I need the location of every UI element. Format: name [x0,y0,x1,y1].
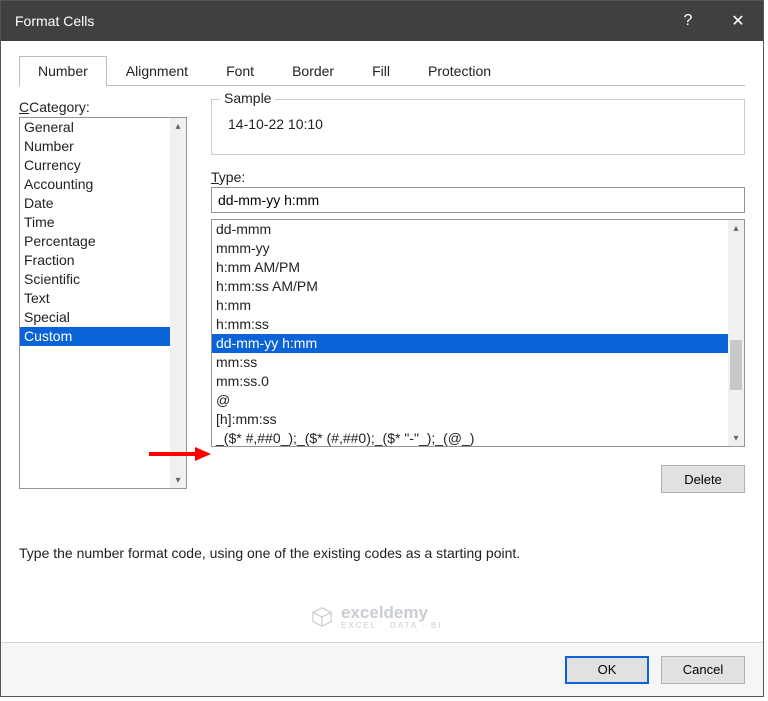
list-item[interactable]: Fraction [20,251,170,270]
content-area: CCategory: General Number Currency Accou… [1,87,763,642]
scroll-up-icon[interactable]: ▴ [728,220,744,236]
format-cells-dialog: Format Cells ? ✕ Number Alignment Font B… [0,0,764,697]
category-listbox[interactable]: General Number Currency Accounting Date … [19,117,187,489]
scrollbar[interactable]: ▴ ▾ [728,220,744,446]
branding-tagline: EXCEL · DATA · BI [341,621,442,630]
list-item[interactable]: Accounting [20,175,170,194]
sample-value: 14-10-22 10:10 [222,116,734,132]
tab-font[interactable]: Font [207,56,273,87]
type-label: Type: [211,169,745,185]
list-item[interactable]: _($* #,##0_);_($* (#,##0);_($* "-"_);_(@… [212,429,728,446]
tab-border[interactable]: Border [273,56,353,87]
list-item[interactable]: Special [20,308,170,327]
branding-name: exceldemy [341,603,428,622]
type-input[interactable] [211,187,745,213]
list-item[interactable]: Percentage [20,232,170,251]
tab-protection[interactable]: Protection [409,56,510,87]
list-item[interactable]: mm:ss [212,353,728,372]
dialog-title: Format Cells [15,13,663,29]
scrollbar[interactable]: ▴ ▾ [170,118,186,488]
list-item[interactable]: mm:ss.0 [212,372,728,391]
cube-icon [311,606,333,628]
list-item[interactable]: [h]:mm:ss [212,410,728,429]
scroll-down-icon[interactable]: ▾ [728,430,744,446]
list-item[interactable]: dd-mmm [212,220,728,239]
list-item[interactable]: h:mm AM/PM [212,258,728,277]
tabstrip: Number Alignment Font Border Fill Protec… [1,41,763,87]
list-item[interactable]: mmm-yy [212,239,728,258]
scroll-thumb[interactable] [730,340,742,390]
tab-number[interactable]: Number [19,56,107,87]
format-listbox[interactable]: dd-mmm mmm-yy h:mm AM/PM h:mm:ss AM/PM h… [211,219,745,447]
list-item[interactable]: Date [20,194,170,213]
ok-button[interactable]: OK [565,656,649,684]
category-label: CCategory: [19,99,187,115]
sample-legend: Sample [220,90,275,106]
list-item[interactable]: General [20,118,170,137]
list-item[interactable]: Time [20,213,170,232]
tab-fill[interactable]: Fill [353,56,409,87]
branding-logo: exceldemy EXCEL · DATA · BI [311,603,442,630]
list-item[interactable]: @ [212,391,728,410]
list-item[interactable]: Number [20,137,170,156]
category-column: CCategory: General Number Currency Accou… [19,99,187,493]
details-column: Sample 14-10-22 10:10 Type: dd-mmm mmm-y… [211,99,745,493]
sample-group: Sample 14-10-22 10:10 [211,99,745,155]
dialog-footer: OK Cancel [1,642,763,696]
list-item[interactable]: h:mm:ss AM/PM [212,277,728,296]
cancel-button[interactable]: Cancel [661,656,745,684]
list-item[interactable]: dd-mm-yy h:mm [212,334,728,353]
scroll-down-icon[interactable]: ▾ [170,472,186,488]
tab-alignment[interactable]: Alignment [107,56,207,87]
list-item[interactable]: h:mm:ss [212,315,728,334]
list-item[interactable]: Currency [20,156,170,175]
list-item[interactable]: Custom [20,327,170,346]
titlebar: Format Cells ? ✕ [1,1,763,41]
hint-text: Type the number format code, using one o… [19,545,745,561]
list-item[interactable]: h:mm [212,296,728,315]
delete-button[interactable]: Delete [661,465,745,493]
list-item[interactable]: Text [20,289,170,308]
list-item[interactable]: Scientific [20,270,170,289]
scroll-up-icon[interactable]: ▴ [170,118,186,134]
help-button[interactable]: ? [663,1,713,41]
close-button[interactable]: ✕ [713,1,763,41]
